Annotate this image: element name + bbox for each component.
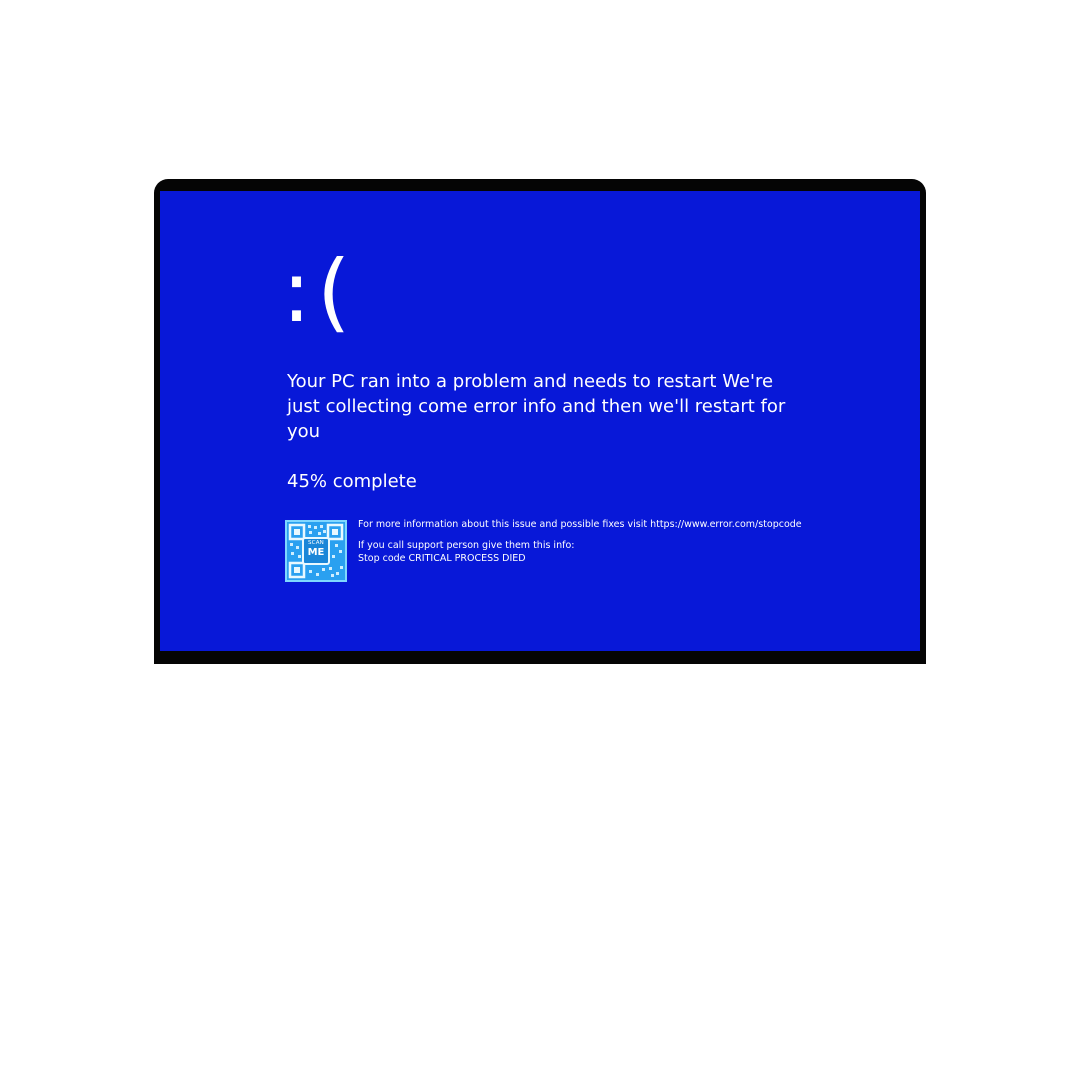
- monitor-frame: :( Your PC ran into a problem and needs …: [154, 179, 926, 664]
- support-prompt: If you call support person give them thi…: [358, 540, 575, 551]
- page: :( Your PC ran into a problem and needs …: [0, 0, 1080, 1080]
- sad-face-emoticon: :(: [282, 242, 357, 342]
- blue-screen: :( Your PC ran into a problem and needs …: [160, 191, 920, 651]
- stop-code: Stop code CRITICAL PROCESS DIED: [358, 553, 526, 564]
- progress-status: 45% complete: [287, 471, 417, 492]
- more-info-text: For more information about this issue an…: [358, 519, 802, 530]
- qr-code[interactable]: SCAN ME: [285, 520, 347, 582]
- qr-label-top: SCAN: [307, 540, 324, 546]
- qr-label: SCAN ME: [305, 540, 327, 558]
- error-message: Your PC ran into a problem and needs to …: [287, 371, 786, 442]
- qr-label-bottom: ME: [307, 546, 325, 558]
- error-details: For more information about this issue an…: [358, 518, 878, 565]
